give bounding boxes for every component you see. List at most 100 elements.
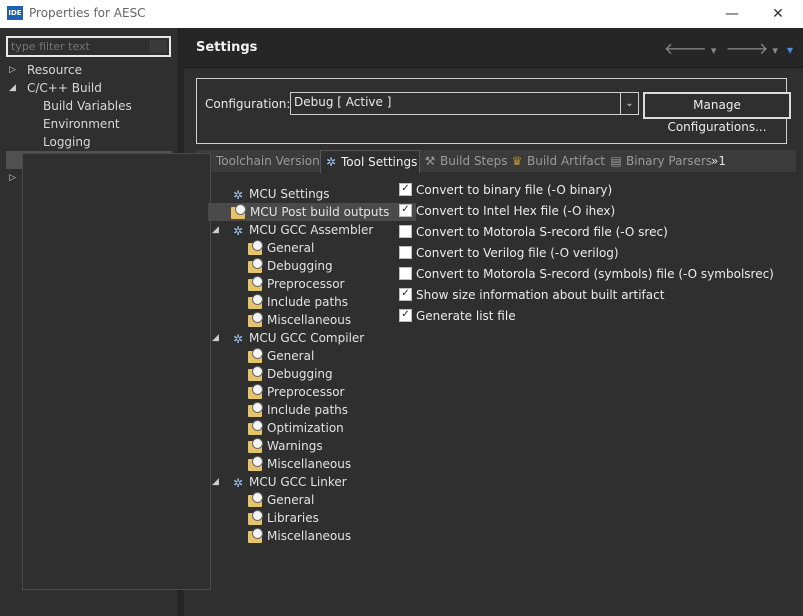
checkbox-unchecked[interactable]	[399, 246, 412, 259]
checkbox-unchecked[interactable]	[399, 267, 412, 280]
folder-settings-icon	[248, 491, 263, 507]
option-label: Convert to Verilog file (-O verilog)	[416, 246, 619, 260]
back-dropdown-icon[interactable]: ▾	[711, 44, 717, 57]
tree-item-preprocessor[interactable]: Preprocessor	[248, 383, 344, 401]
tab-build-steps[interactable]: ⚒ Build Steps	[420, 150, 508, 172]
folder-settings-icon	[248, 383, 263, 399]
folder-settings-icon	[248, 347, 263, 363]
window-title: Properties for AESC	[29, 6, 146, 20]
sidebar-item-label: Logging	[43, 135, 91, 149]
sidebar-item-label: Build Variables	[43, 99, 132, 113]
manage-configurations-button[interactable]: Manage Configurations...	[643, 92, 791, 134]
expanded-arrow-icon[interactable]: ◢	[212, 333, 219, 343]
back-arrow-icon[interactable]: 🡐	[664, 39, 707, 58]
tree-item-label: General	[267, 349, 315, 363]
option-2[interactable]: ✓ Convert to Intel Hex file (-O ihex)	[399, 202, 615, 220]
sidebar-item-build-variables[interactable]: Build Variables	[0, 97, 172, 115]
tree-item-mcu-gcc-linker[interactable]: ✲ MCU GCC Linker	[231, 473, 347, 491]
option-6[interactable]: ✓ Show size information about built artif…	[399, 286, 664, 304]
option-label: Show size information about built artifa…	[416, 288, 665, 302]
view-menu-icon[interactable]: ▾	[787, 43, 793, 57]
expanded-arrow-icon[interactable]: ◢	[212, 477, 219, 487]
checkbox-checked[interactable]: ✓	[399, 183, 412, 196]
checkbox-checked[interactable]: ✓	[399, 309, 412, 322]
option-label: Convert to Motorola S-record file (-O sr…	[416, 225, 668, 239]
tree-item-miscellaneous[interactable]: Miscellaneous	[248, 527, 351, 545]
gear-icon: ✲	[232, 187, 244, 202]
close-button[interactable]: ✕	[755, 0, 801, 28]
tree-item-miscellaneous[interactable]: Miscellaneous	[248, 311, 351, 329]
tree-item-debugging[interactable]: Debugging	[248, 365, 333, 383]
tree-item-include-paths[interactable]: Include paths	[248, 293, 348, 311]
folder-settings-icon	[248, 293, 263, 309]
history-navigation: 🡐 ▾ 🡒 ▾ ▾	[660, 38, 793, 58]
folder-settings-icon	[248, 311, 263, 327]
tree-item-label: Warnings	[267, 439, 323, 453]
expanded-arrow-icon[interactable]: ◢	[212, 225, 219, 235]
tree-item-mcu-settings[interactable]: ✲ MCU Settings	[231, 185, 330, 203]
tree-item-label: MCU GCC Assembler	[249, 223, 374, 237]
collapsed-arrow-icon[interactable]: ▷	[9, 61, 16, 79]
chevron-down-icon[interactable]: ⌄	[620, 93, 638, 114]
tree-item-miscellaneous[interactable]: Miscellaneous	[248, 455, 351, 473]
configuration-select[interactable]: Debug [ Active ] ⌄	[290, 92, 639, 115]
tree-item-label: Include paths	[267, 403, 349, 417]
tree-item-general[interactable]: General	[248, 347, 314, 365]
sidebar-item-label: C/C++ Build	[27, 81, 102, 95]
tab-toolchain-version[interactable]: ◆Toolchain Version	[196, 150, 319, 172]
page-title: Settings	[196, 40, 258, 55]
tree-item-label: Optimization	[267, 421, 344, 435]
tree-item-debugging[interactable]: Debugging	[248, 257, 333, 275]
tree-item-label: Include paths	[267, 295, 349, 309]
folder-settings-icon	[248, 275, 263, 291]
tree-item-label: Debugging	[267, 259, 333, 273]
tree-item-warnings[interactable]: Warnings	[248, 437, 323, 455]
tree-item-label: Debugging	[267, 367, 333, 381]
folder-settings-icon	[248, 419, 263, 435]
tree-item-label: MCU Settings	[249, 187, 330, 201]
sidebar-item-resource[interactable]: ▷ Resource	[0, 61, 172, 79]
tree-item-include-paths[interactable]: Include paths	[248, 401, 348, 419]
tab-build-artifact[interactable]: ♛ Build Artifact	[507, 150, 608, 172]
option-1[interactable]: ✓ Convert to binary file (-O binary)	[399, 181, 612, 199]
option-7[interactable]: ✓ Generate list file	[399, 307, 516, 325]
tree-item-mcu-gcc-compiler[interactable]: ✲ MCU GCC Compiler	[231, 329, 364, 347]
tab-overflow-button[interactable]: »1	[708, 150, 739, 172]
checkbox-checked[interactable]: ✓	[399, 288, 412, 301]
checkbox-checked[interactable]: ✓	[399, 204, 412, 217]
filter-input[interactable]	[8, 38, 151, 55]
tree-item-mcu-post-build-outputs[interactable]: MCU Post build outputs	[208, 203, 416, 221]
tree-item-mcu-gcc-assembler[interactable]: ✲ MCU GCC Assembler	[231, 221, 373, 239]
app-icon: IDE	[7, 6, 23, 20]
tree-item-label: MCU GCC Linker	[249, 475, 347, 489]
collapsed-arrow-icon[interactable]: ▷	[9, 169, 16, 187]
tree-item-libraries[interactable]: Libraries	[248, 509, 319, 527]
binary-icon: ▤	[610, 154, 622, 168]
tree-item-general[interactable]: General	[248, 239, 314, 257]
sidebar-item-c-c-build[interactable]: ◢ C/C++ Build	[0, 79, 172, 97]
maximize-button[interactable]	[709, 0, 755, 28]
gear-icon: ✲	[325, 155, 337, 169]
filter-field[interactable]	[6, 36, 171, 57]
tree-item-preprocessor[interactable]: Preprocessor	[248, 275, 344, 293]
sidebar-item-environment[interactable]: Environment	[0, 115, 172, 133]
option-3[interactable]: Convert to Motorola S-record file (-O sr…	[399, 223, 668, 241]
clear-filter-button[interactable]	[149, 40, 167, 53]
tree-item-general[interactable]: General	[248, 491, 314, 509]
gear-icon: ✲	[232, 223, 244, 238]
forward-dropdown-icon[interactable]: ▾	[772, 44, 778, 57]
option-4[interactable]: Convert to Verilog file (-O verilog)	[399, 244, 619, 262]
tree-item-label: Miscellaneous	[267, 313, 352, 327]
sidebar-item-logging[interactable]: Logging	[0, 133, 172, 151]
checkbox-unchecked[interactable]	[399, 225, 412, 238]
tree-item-label: General	[267, 241, 315, 255]
option-label: Convert to Intel Hex file (-O ihex)	[416, 204, 616, 218]
tab-tool-settings[interactable]: ✲ Tool Settings	[320, 150, 420, 173]
forward-arrow-icon[interactable]: 🡒	[725, 39, 768, 58]
expanded-arrow-icon[interactable]: ◢	[9, 79, 16, 97]
option-5[interactable]: Convert to Motorola S-record (symbols) f…	[399, 265, 774, 283]
tree-item-optimization[interactable]: Optimization	[248, 419, 344, 437]
folder-settings-icon	[248, 509, 263, 525]
tab-binary-parsers[interactable]: ▤ Binary Parsers	[606, 150, 712, 172]
hammer-icon: ⚒	[424, 154, 436, 168]
